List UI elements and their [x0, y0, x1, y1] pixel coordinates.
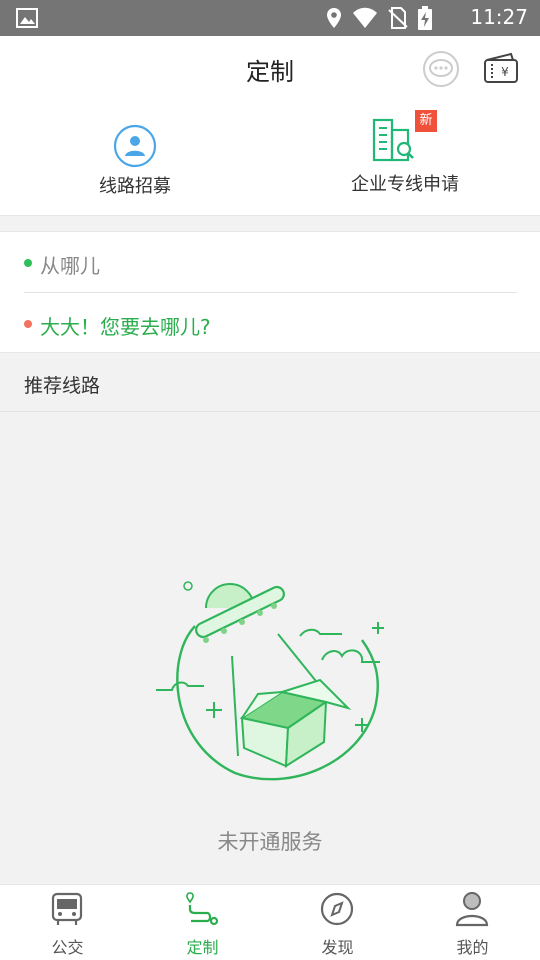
tab-mine-label: 我的: [456, 938, 489, 957]
enterprise-line-apply-label: 企业专线申请: [351, 174, 459, 195]
line-recruit-label: 线路招募: [99, 176, 171, 197]
battery-charging-icon: [418, 6, 432, 34]
wallet-icon[interactable]: ¥: [483, 52, 519, 88]
from-field[interactable]: 从哪儿: [24, 232, 517, 293]
person-circle-icon: [113, 124, 157, 172]
tab-custom-label: 定制: [186, 938, 219, 957]
to-prompt: 大大！您要去哪儿?: [40, 315, 211, 339]
message-icon[interactable]: [422, 50, 460, 92]
quick-actions: 线路招募 新 企业专线申请: [0, 102, 540, 216]
bottom-tab-bar: 公交 定制 发现 我的: [0, 884, 540, 960]
route-icon: [185, 891, 219, 931]
tab-discover-label: 发现: [321, 938, 354, 957]
tab-bus-label: 公交: [51, 938, 84, 957]
clock: 11:27: [470, 5, 528, 29]
origin-dot: [24, 259, 32, 267]
location-icon: [326, 7, 342, 33]
tab-mine[interactable]: 我的: [405, 885, 540, 960]
app-header: 定制 ¥: [0, 36, 540, 102]
to-field[interactable]: 大大！您要去哪儿?: [24, 293, 517, 354]
wifi-icon: [352, 7, 378, 33]
empty-state-text: 未开通服务: [217, 830, 323, 854]
tab-bus[interactable]: 公交: [0, 885, 135, 960]
svg-text:¥: ¥: [501, 65, 509, 79]
status-bar: 11:27: [0, 0, 540, 36]
route-input-card: 从哪儿 大大！您要去哪儿?: [0, 231, 540, 353]
recommended-section-header: 推荐线路: [0, 354, 540, 412]
user-icon: [455, 891, 489, 931]
tab-discover[interactable]: 发现: [270, 885, 405, 960]
from-placeholder: 从哪儿: [40, 254, 100, 278]
building-search-icon: [372, 116, 416, 168]
new-badge: 新: [415, 110, 437, 132]
bus-icon: [50, 891, 84, 931]
image-icon: [16, 8, 38, 32]
compass-icon: [320, 891, 354, 931]
tab-custom[interactable]: 定制: [135, 885, 270, 960]
no-sim-icon: [388, 7, 408, 33]
recommended-title: 推荐线路: [24, 375, 101, 397]
ufo-empty-illustration: [150, 578, 390, 792]
destination-dot: [24, 320, 32, 328]
